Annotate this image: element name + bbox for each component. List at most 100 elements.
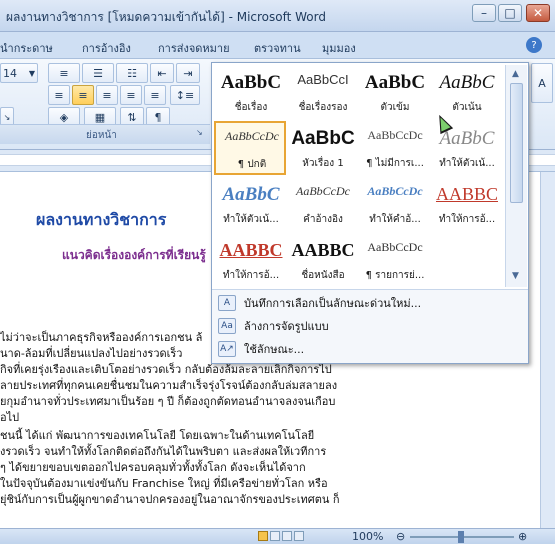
menu-item-label: บันทึกการเลือกเป็นลักษณะด่วนใหม่...	[244, 297, 422, 310]
view-buttons	[258, 531, 318, 543]
font-size-select[interactable]: 14 ▼	[0, 63, 38, 83]
border-icon: ▦	[94, 110, 106, 124]
tab-mailings[interactable]: การส่งจดหมาย	[158, 39, 230, 57]
save-selection-as-style-item[interactable]: A บันทึกการเลือกเป็นลักษณะด่วนใหม่...	[218, 294, 421, 312]
launcher-icon: ↘	[3, 112, 11, 122]
style-preview: AaBbCcDc	[296, 184, 350, 198]
style-label: ¶ ไม่มีการเ...	[366, 158, 424, 169]
style-item[interactable]: AaBbCcDc ¶ ปกติ	[214, 121, 286, 175]
title-bar: ผลงานทางวิชาการ [โหมดความเข้ากันได้] - M…	[0, 0, 555, 32]
paragraph-line: กิจที่เคยรุ่งเรืองและเติบโตอย่างรวดเร็ว …	[0, 363, 332, 376]
bullets-button[interactable]: ≡	[48, 63, 80, 83]
style-label: ทำให้การอ้...	[222, 270, 280, 281]
align-right-button[interactable]: ≡	[96, 85, 118, 105]
gallery-scrollbar[interactable]: ▲ ▼	[505, 65, 527, 287]
outline-view-button[interactable]	[294, 531, 304, 541]
tab-references[interactable]: การอ้างอิง	[82, 39, 131, 57]
minimize-button[interactable]: –	[472, 4, 496, 22]
paragraph-line: ๆ ได้ขยายขอบเขตออกไปครอบคลุมทั่วทั้งทั้ง…	[0, 461, 306, 474]
style-label: ตัวเข้ม	[380, 102, 410, 113]
style-preview: AaBbC	[291, 128, 355, 149]
style-item[interactable]: AABBC ชื่อหนังสือ	[286, 233, 358, 287]
tab-view[interactable]: มุมมอง	[322, 39, 356, 57]
change-styles-button[interactable]: A	[531, 63, 553, 103]
style-item[interactable]: AaBbCcDc ¶ รายการย่...	[358, 233, 430, 287]
font-size-value: 14	[3, 66, 17, 80]
paragraph-line: ในปัจจุบันต้องมาแข่งขันกับ Franchise ใหญ…	[0, 477, 328, 490]
launcher-icon: ↘	[196, 128, 203, 137]
paragraph-dialog-launcher[interactable]: ↘	[196, 128, 206, 138]
pilcrow-icon: ¶	[154, 110, 162, 124]
style-item[interactable]: AaBbC ทำให้ตัวเน้...	[214, 177, 286, 231]
style-item[interactable]: AaBbCcDc ทำให้คำอ้...	[358, 177, 430, 231]
decrease-indent-button[interactable]: ⇤	[150, 63, 174, 83]
help-button[interactable]: ?	[526, 37, 542, 53]
numbering-button[interactable]: ☰	[82, 63, 114, 83]
maximize-icon: □	[504, 6, 516, 20]
justify-icon: ≡	[126, 88, 136, 102]
align-left-button[interactable]: ≡	[48, 85, 70, 105]
style-preview: AaBbC	[220, 72, 282, 93]
distributed-button[interactable]: ≡	[144, 85, 166, 105]
word-window: ผลงานทางวิชาการ [โหมดความเข้ากันได้] - M…	[0, 0, 555, 544]
paragraph-line: ยกุมอำนาจทั่วประเทศมาเป็นร้อย ๆ ปี ก็ต้อ…	[0, 395, 336, 408]
multilevel-list-button[interactable]: ☷	[116, 63, 148, 83]
bullets-icon: ≡	[59, 66, 69, 80]
paragraph-line: อไป	[0, 411, 20, 424]
style-preview: AaBbC	[439, 72, 495, 93]
zoom-in-icon[interactable]: ⊕	[518, 530, 527, 543]
style-preview: AaBbC	[222, 184, 280, 205]
style-item[interactable]: AaBbCcDc คำอ้างอิง	[286, 177, 358, 231]
clear-formatting-item[interactable]: Aa ล้างการจัดรูปแบบ	[218, 317, 329, 335]
menu-item-label: ล้างการจัดรูปแบบ	[244, 320, 329, 333]
style-label: ¶ ปกติ	[237, 159, 267, 170]
style-item[interactable]: AaBbC ตัวเน้น	[430, 65, 502, 119]
quick-styles-gallery: AaBbC ชื่อเรื่อง AaBbCcI ชื่อเรื่องรอง A…	[211, 62, 529, 364]
style-item[interactable]: AaBbC ชื่อเรื่อง	[214, 65, 286, 119]
style-item[interactable]: AABBC ทำให้การอ้...	[214, 233, 286, 287]
paragraph-line: ลายประเทศที่ทุกคนเคยชื่นชมในความสำเร็จรุ…	[0, 379, 338, 392]
clear-format-icon: Aa	[218, 318, 236, 334]
style-item[interactable]: AaBbCcDc ¶ ไม่มีการเ...	[358, 121, 430, 175]
menu-item-label: ใช้ลักษณะ...	[244, 343, 305, 356]
scroll-up-icon[interactable]: ▲	[512, 69, 519, 79]
style-label: คำอ้างอิง	[303, 214, 343, 225]
increase-indent-button[interactable]: ⇥	[176, 63, 200, 83]
close-button[interactable]: ✕	[526, 4, 550, 22]
style-item[interactable]: AaBbC ตัวเข้ม	[358, 65, 430, 119]
style-label: ทำให้คำอ้...	[369, 214, 421, 225]
ribbon-tabs: นำกระดาษ การอ้างอิง การส่งจดหมาย ตรวจทาน…	[0, 32, 555, 58]
align-center-icon: ≡	[78, 88, 88, 102]
style-item[interactable]: AaBbCcI ชื่อเรื่องรอง	[286, 65, 358, 119]
window-title: ผลงานทางวิชาการ [โหมดความเข้ากันได้] - M…	[6, 10, 326, 24]
styles-icon: A	[538, 76, 546, 90]
print-layout-view-button[interactable]	[258, 531, 268, 541]
tab-review[interactable]: ตรวจทาน	[254, 39, 301, 57]
align-left-icon: ≡	[54, 88, 64, 102]
style-item[interactable]: AABBC ทำให้การอ้...	[430, 177, 502, 231]
save-selection-icon: A	[218, 295, 236, 311]
gallery-scroll-thumb[interactable]	[510, 83, 523, 203]
paragraph-group-label: ย่อหน้า	[86, 130, 117, 141]
web-layout-view-button[interactable]	[282, 531, 292, 541]
style-preview: AaBbCcDc	[367, 240, 423, 254]
align-center-button[interactable]: ≡	[72, 85, 94, 105]
justify-button[interactable]: ≡	[120, 85, 142, 105]
close-icon: ✕	[532, 6, 544, 20]
doc-subtitle: แนวคิดเรื่ององค์การที่เรียนรู้	[62, 248, 206, 262]
zoom-out-icon[interactable]: ⊖	[396, 530, 405, 543]
scroll-down-icon[interactable]: ▼	[512, 271, 519, 281]
vertical-scrollbar[interactable]	[540, 172, 555, 528]
line-spacing-button[interactable]: ↕≡	[170, 85, 200, 105]
tab-page-layout[interactable]: นำกระดาษ	[0, 39, 53, 57]
style-label: หัวเรื่อง 1	[302, 158, 344, 169]
zoom-level[interactable]: 100%	[352, 530, 383, 543]
zoom-slider-thumb[interactable]	[458, 531, 464, 543]
style-label: ชื่อเรื่องรอง	[298, 102, 348, 113]
apply-styles-item[interactable]: A↗ ใช้ลักษณะ...	[218, 340, 304, 358]
full-screen-view-button[interactable]	[270, 531, 280, 541]
style-preview: AABBC	[435, 184, 498, 204]
maximize-button[interactable]: □	[498, 4, 522, 22]
style-item[interactable]: AaBbC หัวเรื่อง 1	[286, 121, 358, 175]
style-label: ชื่อเรื่อง	[234, 102, 268, 113]
